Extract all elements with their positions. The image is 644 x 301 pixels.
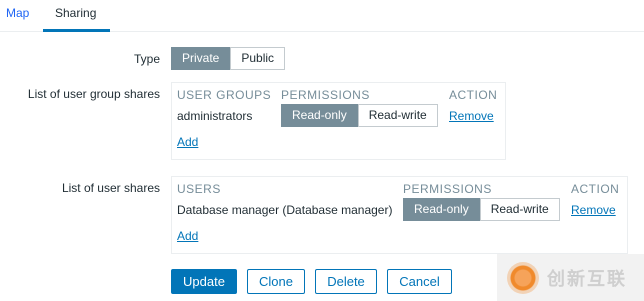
group-share-readwrite-button[interactable]: Read-write <box>357 104 438 127</box>
tab-map[interactable]: Map <box>6 6 29 20</box>
delete-button[interactable]: Delete <box>315 269 377 294</box>
group-share-readonly-button[interactable]: Read-only <box>281 104 358 127</box>
user-shares-label: List of user shares <box>61 181 160 195</box>
group-shares-header-action: ACTION <box>449 88 498 102</box>
user-share-add-link[interactable]: Add <box>177 229 198 243</box>
group-share-permission-control: Read-only Read-write <box>281 104 438 127</box>
user-share-name: Database manager (Database manager) <box>177 203 393 217</box>
user-share-remove-link[interactable]: Remove <box>571 203 616 217</box>
user-shares-header-permissions: PERMISSIONS <box>403 182 492 196</box>
watermark-text: 创新互联 <box>547 268 627 289</box>
group-shares-header-groups: USER GROUPS <box>177 88 272 102</box>
user-shares-header-users: USERS <box>177 182 221 196</box>
group-share-remove-link[interactable]: Remove <box>449 109 494 123</box>
update-button[interactable]: Update <box>171 269 237 294</box>
type-segmented-control: Private Public <box>171 47 286 70</box>
user-shares-header-action: ACTION <box>571 182 620 196</box>
cancel-button[interactable]: Cancel <box>387 269 452 294</box>
user-share-readwrite-button[interactable]: Read-write <box>479 198 560 221</box>
type-private-button[interactable]: Private <box>171 47 231 70</box>
clone-button[interactable]: Clone <box>247 269 305 294</box>
group-share-add-link[interactable]: Add <box>177 135 198 149</box>
type-public-button[interactable]: Public <box>230 47 286 70</box>
active-tab-indicator <box>43 29 110 32</box>
user-share-permission-control: Read-only Read-write <box>403 198 560 221</box>
group-shares-header-permissions: PERMISSIONS <box>281 88 370 102</box>
watermark: 创新互联 <box>497 254 644 301</box>
group-share-name: administrators <box>177 109 253 123</box>
type-label: Type <box>133 52 160 66</box>
brand-logo-icon <box>507 261 539 294</box>
tab-bar: Map Sharing <box>0 0 644 32</box>
group-shares-label: List of user group shares <box>27 87 160 101</box>
tab-sharing[interactable]: Sharing <box>55 6 96 20</box>
user-share-readonly-button[interactable]: Read-only <box>403 198 480 221</box>
